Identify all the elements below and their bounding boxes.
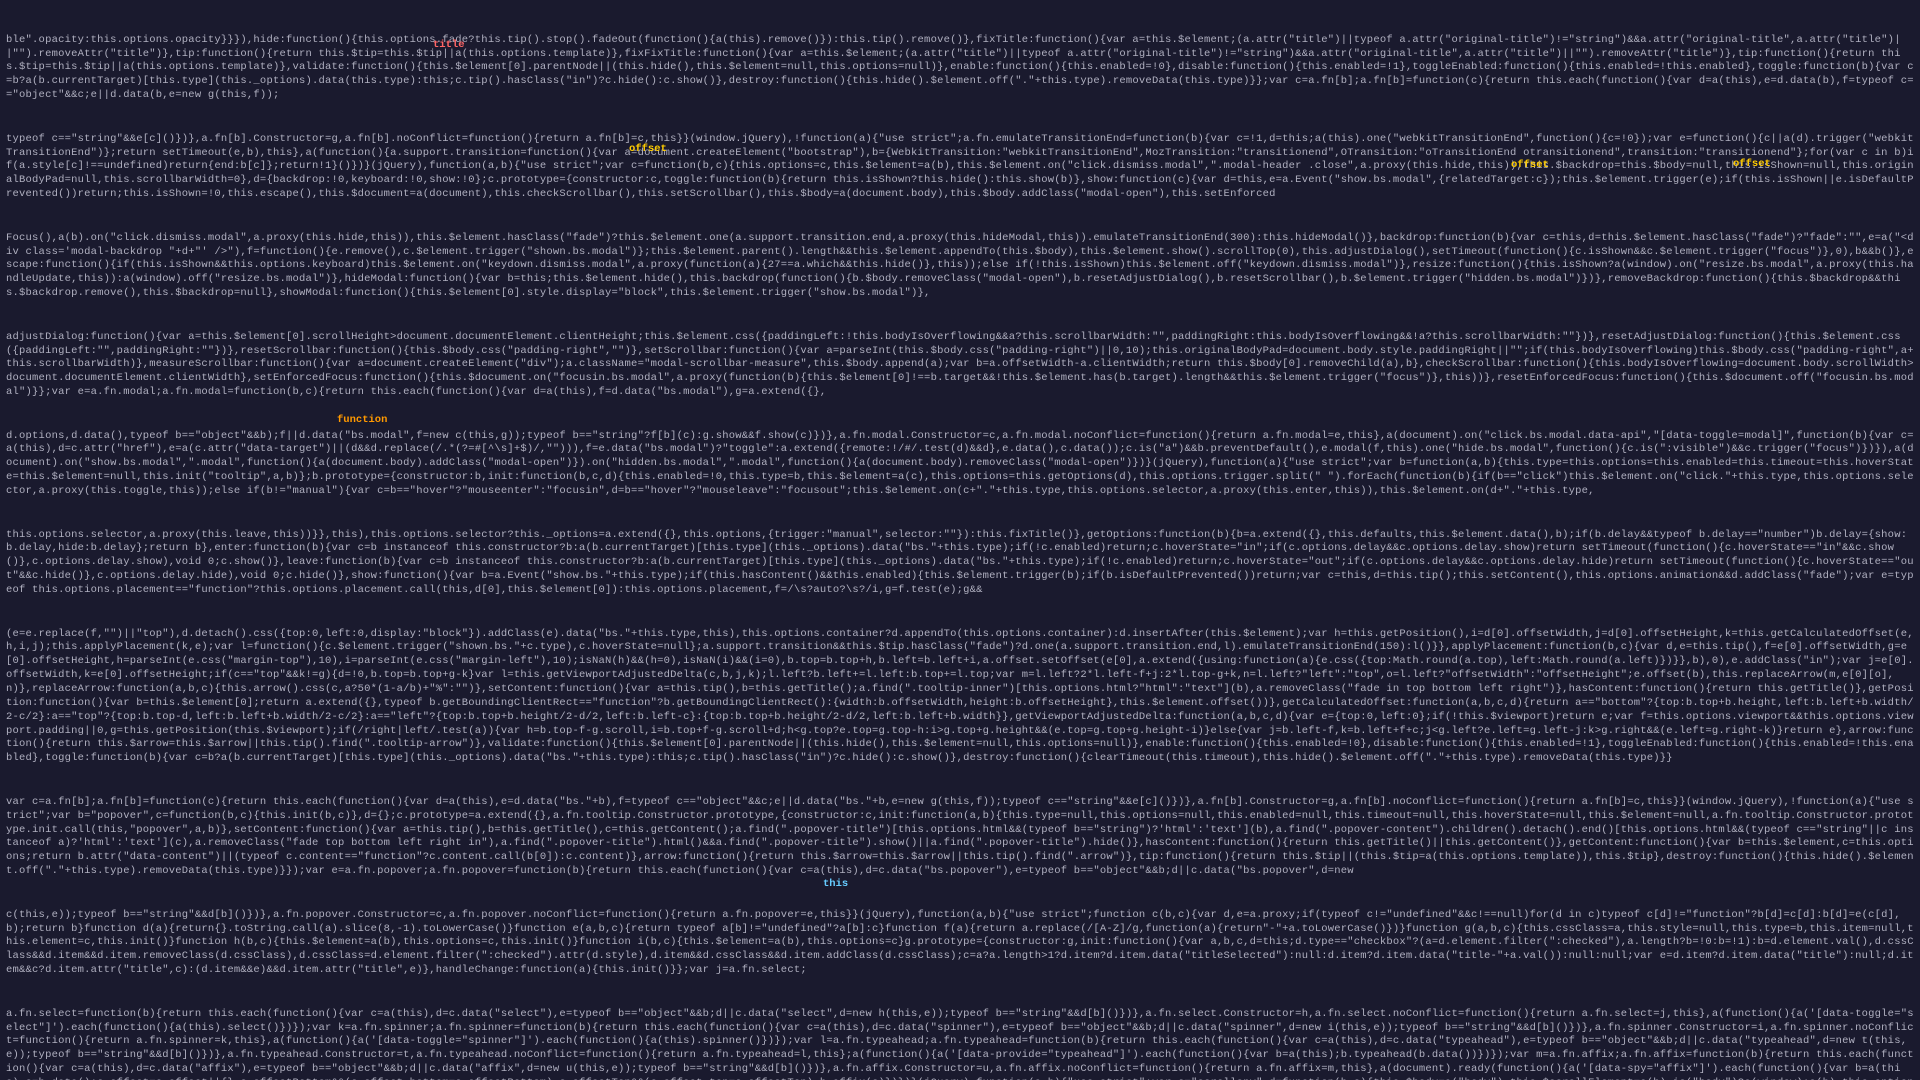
code-line: (e=e.replace(f,"")||"top"),d.detach().cs… bbox=[6, 628, 1914, 767]
code-line: typeof c=="string"&&e[c]()})},a.fn[b].Co… bbox=[6, 133, 1914, 202]
code-line: c(this,e));typeof b=="string"&&d[b]()})}… bbox=[6, 909, 1914, 978]
code-line: a.fn.select=function(b){return this.each… bbox=[6, 1008, 1914, 1080]
code-line: this.options.selector,a.proxy(this.leave… bbox=[6, 529, 1914, 598]
code-line: ble".opacity:this.options.opacity}}}),hi… bbox=[6, 34, 1914, 103]
code-container: ble".opacity:this.options.opacity}}}),hi… bbox=[0, 0, 1920, 1080]
code-line: var c=a.fn[b];a.fn[b]=function(c){return… bbox=[6, 796, 1914, 879]
code-line: adjustDialog:function(){var a=this.$elem… bbox=[6, 331, 1914, 400]
code-line: Focus(),a(b).on("click.dismiss.modal",a.… bbox=[6, 232, 1914, 301]
code-line: d.options,d.data(),typeof b=="object"&&b… bbox=[6, 430, 1914, 499]
